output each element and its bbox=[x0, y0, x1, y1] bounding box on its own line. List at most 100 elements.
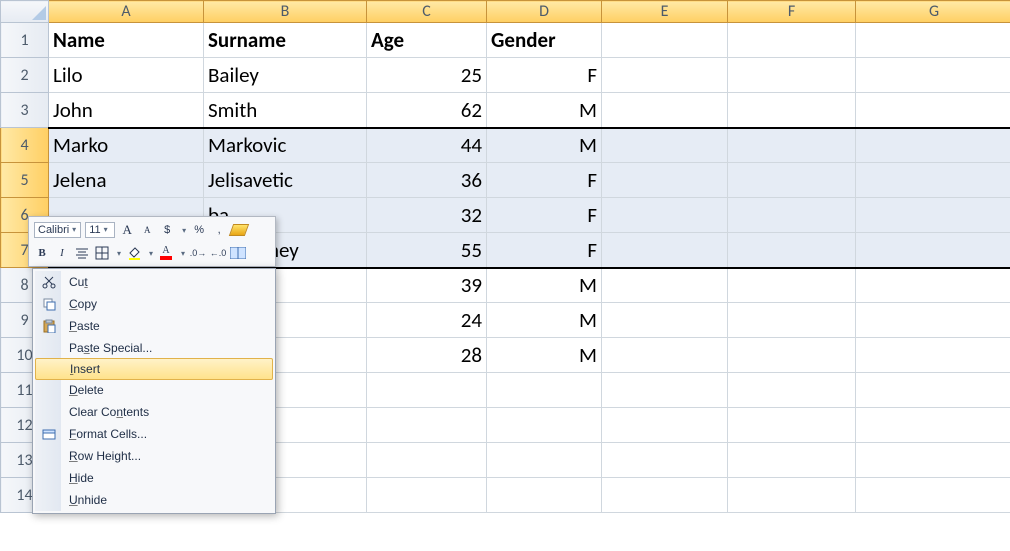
menu-item-insert[interactable]: Insert bbox=[35, 358, 273, 380]
dropdown-icon[interactable]: ▾ bbox=[114, 249, 122, 258]
menu-item-delete[interactable]: Delete bbox=[35, 379, 273, 401]
cell[interactable] bbox=[602, 93, 728, 128]
cell[interactable] bbox=[367, 373, 487, 408]
font-name-input[interactable]: Calibri▾ bbox=[34, 222, 81, 238]
cell[interactable]: F bbox=[487, 163, 602, 198]
cell[interactable]: Marko bbox=[49, 128, 204, 163]
cell[interactable]: Markovic bbox=[204, 128, 367, 163]
cell[interactable] bbox=[487, 373, 602, 408]
cell[interactable] bbox=[728, 478, 856, 513]
cell[interactable] bbox=[367, 408, 487, 443]
cell[interactable]: Gender bbox=[487, 23, 602, 58]
cell[interactable] bbox=[856, 93, 1010, 128]
increase-decimal-icon[interactable]: .0→ bbox=[190, 245, 206, 261]
cell[interactable] bbox=[602, 163, 728, 198]
menu-item-row-height[interactable]: Row Height... bbox=[35, 445, 273, 467]
menu-item-unhide[interactable]: Unhide bbox=[35, 489, 273, 511]
bold-icon[interactable]: B bbox=[34, 245, 50, 261]
shrink-font-icon[interactable]: A bbox=[139, 222, 155, 238]
cell[interactable] bbox=[856, 443, 1010, 478]
cell[interactable]: Smith bbox=[204, 93, 367, 128]
cell[interactable]: Age bbox=[367, 23, 487, 58]
cell[interactable]: 44 bbox=[367, 128, 487, 163]
font-color-icon[interactable]: A bbox=[158, 245, 174, 261]
cell[interactable]: F bbox=[487, 233, 602, 268]
row-header[interactable]: 4 bbox=[1, 128, 49, 163]
cell[interactable] bbox=[856, 163, 1010, 198]
cell[interactable] bbox=[728, 338, 856, 373]
percent-icon[interactable]: % bbox=[191, 222, 207, 238]
cell[interactable] bbox=[856, 338, 1010, 373]
cell[interactable] bbox=[367, 478, 487, 513]
cell[interactable]: 28 bbox=[367, 338, 487, 373]
menu-item-clear-contents[interactable]: Clear Contents bbox=[35, 401, 273, 423]
col-header-E[interactable]: E bbox=[602, 1, 728, 23]
select-all-corner[interactable] bbox=[1, 1, 49, 23]
col-header-B[interactable]: B bbox=[204, 1, 367, 23]
cell[interactable] bbox=[728, 58, 856, 93]
cell[interactable] bbox=[602, 268, 728, 303]
col-header-F[interactable]: F bbox=[728, 1, 856, 23]
cell[interactable]: John bbox=[49, 93, 204, 128]
cell[interactable]: 24 bbox=[367, 303, 487, 338]
dropdown-icon[interactable]: ▾ bbox=[178, 249, 186, 258]
cell[interactable]: 55 bbox=[367, 233, 487, 268]
cell[interactable] bbox=[728, 163, 856, 198]
cell[interactable]: 36 bbox=[367, 163, 487, 198]
cell[interactable] bbox=[856, 408, 1010, 443]
cell[interactable]: 32 bbox=[367, 198, 487, 233]
cell[interactable]: M bbox=[487, 93, 602, 128]
italic-icon[interactable]: I bbox=[54, 245, 70, 261]
cell[interactable] bbox=[728, 198, 856, 233]
comma-icon[interactable]: , bbox=[211, 222, 227, 238]
dropdown-icon[interactable]: ▾ bbox=[179, 226, 187, 235]
row-header[interactable]: 1 bbox=[1, 23, 49, 58]
cell[interactable] bbox=[367, 443, 487, 478]
col-header-A[interactable]: A bbox=[49, 1, 204, 23]
cell[interactable] bbox=[602, 128, 728, 163]
row-header[interactable]: 5 bbox=[1, 163, 49, 198]
cell[interactable] bbox=[856, 268, 1010, 303]
cell[interactable] bbox=[602, 23, 728, 58]
cell[interactable] bbox=[856, 23, 1010, 58]
borders-icon[interactable] bbox=[94, 245, 110, 261]
cell[interactable] bbox=[728, 233, 856, 268]
dropdown-icon[interactable]: ▾ bbox=[146, 249, 154, 258]
format-painter-icon[interactable] bbox=[231, 222, 247, 238]
menu-item-hide[interactable]: Hide bbox=[35, 467, 273, 489]
merge-cells-icon[interactable] bbox=[230, 245, 246, 261]
cell[interactable] bbox=[602, 303, 728, 338]
cell[interactable]: Jelena bbox=[49, 163, 204, 198]
cell[interactable]: M bbox=[487, 268, 602, 303]
cell[interactable]: Jelisavetic bbox=[204, 163, 367, 198]
cell[interactable] bbox=[856, 233, 1010, 268]
cell[interactable]: 25 bbox=[367, 58, 487, 93]
cell[interactable] bbox=[487, 443, 602, 478]
cell[interactable] bbox=[728, 303, 856, 338]
cell[interactable]: M bbox=[487, 338, 602, 373]
menu-item-paste-special[interactable]: Paste Special... bbox=[35, 337, 273, 359]
cell[interactable] bbox=[856, 303, 1010, 338]
table-row[interactable]: 5 Jelena Jelisavetic 36 F bbox=[1, 163, 1010, 198]
cell[interactable]: F bbox=[487, 58, 602, 93]
fill-color-icon[interactable] bbox=[126, 245, 142, 261]
cell[interactable] bbox=[728, 408, 856, 443]
table-row[interactable]: 4 Marko Markovic 44 M bbox=[1, 128, 1010, 163]
cell[interactable] bbox=[728, 443, 856, 478]
menu-item-cut[interactable]: Cut bbox=[35, 271, 273, 293]
cell[interactable] bbox=[602, 58, 728, 93]
row-header[interactable]: 2 bbox=[1, 58, 49, 93]
cell[interactable] bbox=[602, 443, 728, 478]
cell[interactable] bbox=[728, 23, 856, 58]
cell[interactable] bbox=[602, 338, 728, 373]
table-row[interactable]: 3 John Smith 62 M bbox=[1, 93, 1010, 128]
cell[interactable]: 39 bbox=[367, 268, 487, 303]
row-header[interactable]: 3 bbox=[1, 93, 49, 128]
cell[interactable] bbox=[856, 373, 1010, 408]
cell[interactable] bbox=[856, 128, 1010, 163]
cell[interactable] bbox=[728, 268, 856, 303]
cell[interactable]: M bbox=[487, 303, 602, 338]
cell[interactable] bbox=[602, 373, 728, 408]
col-header-C[interactable]: C bbox=[367, 1, 487, 23]
cell[interactable] bbox=[602, 478, 728, 513]
